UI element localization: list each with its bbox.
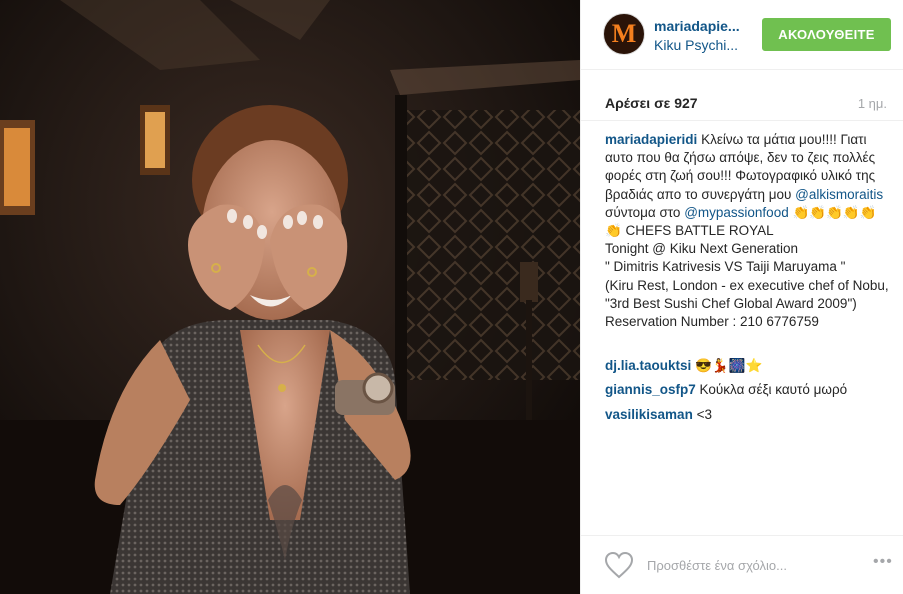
username-link[interactable]: mariadapie... — [654, 18, 740, 34]
comment-author-link[interactable]: giannis_osfp7 — [605, 382, 696, 397]
comment-item: vasilikisaman <3 — [605, 406, 889, 424]
follow-button[interactable]: ΑΚΟΛΟΥΘΕΙΤΕ — [762, 18, 891, 51]
avatar[interactable]: M — [603, 13, 645, 55]
comment-text: <3 — [696, 407, 712, 422]
caption-text: Tonight @ Kiku Next Generation — [605, 241, 799, 257]
comment-author-link[interactable]: vasilikisaman — [605, 407, 693, 422]
post-sidebar: M mariadapie... Kiku Psychi... ΑΚΟΛΟΥΘΕΙ… — [580, 0, 903, 594]
mention-link[interactable]: @mypassionfood — [684, 205, 789, 220]
caption-text: (Kiru Rest, London - ex executive chef o… — [605, 277, 889, 330]
comments-section: mariadapieridi Κλείνω τα μάτια μου!!!! Γ… — [581, 120, 903, 422]
caption: mariadapieridi Κλείνω τα μάτια μου!!!! Γ… — [605, 131, 889, 331]
comment-author-link[interactable]: dj.lia.taouktsi — [605, 358, 691, 373]
caption-text: σύντομα στο — [605, 204, 681, 220]
post-photo[interactable] — [0, 0, 580, 594]
caption-author-link[interactable]: mariadapieridi — [605, 132, 697, 147]
instagram-post: M mariadapie... Kiku Psychi... ΑΚΟΛΟΥΘΕΙ… — [0, 0, 903, 594]
comment-item: dj.lia.taouktsi 😎💃🎆⭐ — [605, 357, 889, 375]
comment-text: 😎💃🎆⭐ — [695, 358, 763, 373]
location-link[interactable]: Kiku Psychi... — [654, 37, 738, 53]
caption-text: " Dimitris Katrivesis VS Taiji Maruyama … — [605, 259, 846, 275]
mention-link[interactable]: @alkismoraitis — [795, 187, 883, 202]
comment-text: Κούκλα σέξι καυτό μωρό — [699, 382, 848, 397]
heart-icon[interactable] — [604, 551, 634, 579]
post-timestamp[interactable]: 1 ημ. — [858, 96, 887, 111]
photo-image — [0, 0, 580, 594]
comment-input[interactable] — [647, 555, 847, 575]
comment-item: giannis_osfp7 Κούκλα σέξι καυτό μωρό — [605, 381, 889, 399]
post-footer: ••• — [581, 535, 903, 594]
likes-count[interactable]: Αρέσει σε 927 — [605, 95, 698, 111]
post-header: M mariadapie... Kiku Psychi... ΑΚΟΛΟΥΘΕΙ… — [581, 0, 903, 70]
avatar-letter: M — [611, 19, 637, 48]
more-options-icon[interactable]: ••• — [873, 553, 893, 571]
